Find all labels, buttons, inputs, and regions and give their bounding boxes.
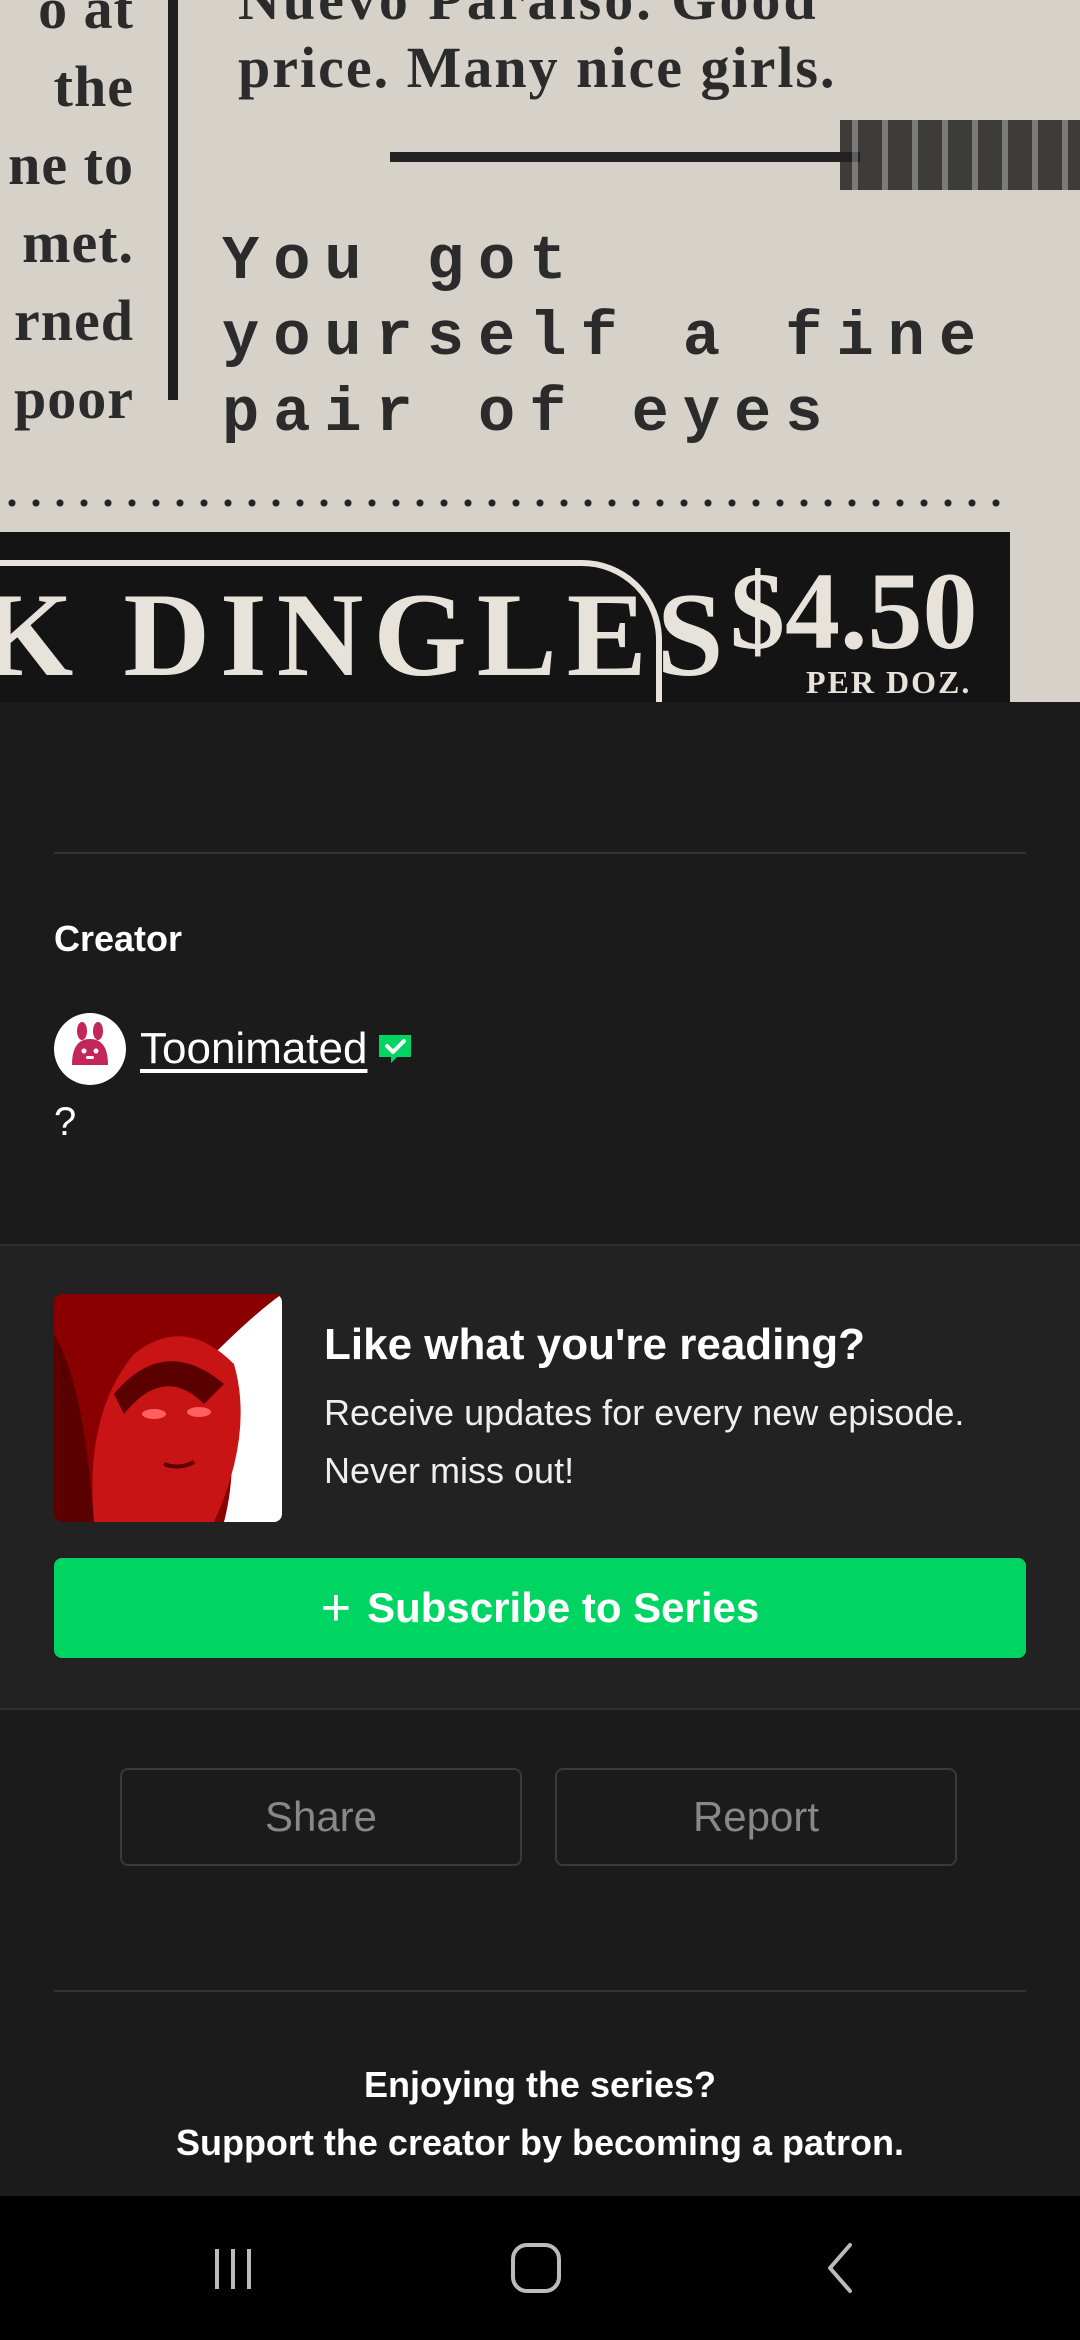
plus-icon: + <box>320 1579 352 1637</box>
series-thumbnail-art-icon <box>54 1294 282 1522</box>
recent-apps-icon <box>215 2249 251 2289</box>
comic-ink-blot <box>840 120 1080 190</box>
home-button[interactable] <box>496 2236 576 2300</box>
creator-section-title: Creator <box>54 918 183 959</box>
system-navigation-bar <box>0 2196 1080 2340</box>
promo-title: Like what you're reading? <box>324 1320 866 1369</box>
comic-ad-title: K DINGLES <box>0 568 734 701</box>
series-thumbnail <box>54 1294 282 1522</box>
comic-top-line: Nuevo Paraiso. Good <box>238 0 819 33</box>
promo-body: Receive updates for every new episode. N… <box>324 1384 1044 1500</box>
comic-typed-text: You got yourself a fine pair of eyes <box>222 226 991 449</box>
patron-line-1: Enjoying the series? <box>363 2064 717 2105</box>
subscribe-button-label: Subscribe to Series <box>367 1584 760 1631</box>
patron-prompt: Enjoying the series? Support the creator… <box>0 2056 1080 2172</box>
subscribe-button[interactable]: + Subscribe to Series <box>54 1558 1026 1658</box>
promo-body-line: Receive updates for every new episode. <box>324 1392 965 1433</box>
creator-row[interactable]: Toonimated <box>54 1012 413 1086</box>
creator-avatar[interactable] <box>54 1013 126 1085</box>
creator-avatar-mascot-icon <box>72 1022 108 1065</box>
patron-line-2: Support the creator by becoming a patron… <box>175 2122 905 2163</box>
home-icon <box>511 2243 561 2293</box>
comic-second-line: price. Many nice girls. <box>238 35 837 100</box>
promo-body-line: Never miss out! <box>324 1450 575 1491</box>
subscribe-promo-card: Like what you're reading? Receive update… <box>0 1244 1080 1710</box>
comic-ad-per: PER DOZ. <box>806 664 972 700</box>
recent-apps-button[interactable] <box>194 2236 274 2300</box>
back-button[interactable] <box>800 2236 880 2300</box>
comic-ink-bar <box>390 152 860 162</box>
report-button[interactable]: Report <box>555 1768 957 1866</box>
comic-column-rule <box>168 0 178 400</box>
section-divider <box>54 852 1026 854</box>
creator-name-link[interactable]: Toonimated <box>140 1024 367 1074</box>
section-divider <box>54 1990 1026 1992</box>
comic-ad-price: $4.50 <box>730 550 978 672</box>
comic-left-column: o at the ne to met. rned poor <box>8 0 134 431</box>
back-icon <box>828 2243 852 2293</box>
comic-dotted-divider <box>0 496 1000 510</box>
share-button[interactable]: Share <box>120 1768 522 1866</box>
comic-panel-image: o at the ne to met. rned poor Nuevo Para… <box>0 0 1080 702</box>
creator-bio: ? <box>54 1100 77 1144</box>
verified-check-icon <box>379 1035 412 1063</box>
